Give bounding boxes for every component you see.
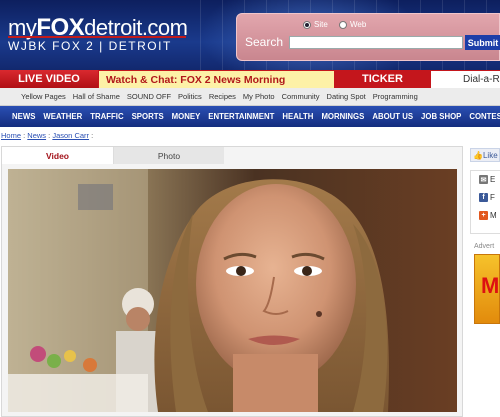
secondary-nav: Yellow Pages Hall of Shame SOUND OFF Pol… — [0, 88, 500, 106]
subnav-link[interactable]: Dating Spot — [327, 92, 366, 101]
search-label: Search — [245, 35, 284, 49]
breadcrumb-separator: : — [91, 131, 94, 140]
nav-item-traffic[interactable]: TRAFFIC — [90, 112, 123, 121]
share-box: ✉ E f F + M — [470, 170, 500, 234]
video-player[interactable] — [8, 169, 457, 412]
subnav-link[interactable]: Programming — [373, 92, 418, 101]
breadcrumb-separator: : — [48, 131, 51, 140]
search-input[interactable] — [289, 36, 463, 49]
nav-item-job-shop[interactable]: JOB SHOP — [421, 112, 461, 121]
breadcrumb-home[interactable]: Home — [1, 131, 21, 140]
breadcrumb: Home : News : Jason Carr : — [1, 131, 93, 140]
search-panel: Site Web Search Submit — [236, 13, 500, 61]
nav-item-health[interactable]: HEALTH — [282, 112, 313, 121]
thumbs-up-icon: 👍 — [473, 150, 483, 160]
media-panel: Video Photo — [1, 146, 463, 417]
video-frame — [8, 169, 457, 412]
radio-site[interactable]: Site — [303, 20, 328, 29]
site-logo[interactable]: myFOXdetroit.com WJBK FOX 2 | DETROIT — [8, 14, 188, 53]
nav-item-mornings[interactable]: MORNINGS — [321, 112, 364, 121]
subnav-link[interactable]: Community — [282, 92, 320, 101]
dial-a-link[interactable]: Dial-a-R — [431, 71, 500, 88]
logo-station-line: WJBK FOX 2 | DETROIT — [8, 39, 172, 53]
nav-item-entertainment[interactable]: ENTERTAINMENT — [208, 112, 274, 121]
main-nav: NEWS WEATHER TRAFFIC SPORTS MONEY ENTERT… — [0, 106, 500, 127]
search-submit-button[interactable]: Submit — [465, 35, 500, 50]
nav-item-about-us[interactable]: ABOUT US — [372, 112, 413, 121]
radio-web-dot[interactable] — [339, 20, 347, 29]
breadcrumb-news[interactable]: News — [27, 131, 46, 140]
nav-item-weather[interactable]: WEATHER — [43, 112, 82, 121]
share-more[interactable]: + M — [479, 211, 497, 220]
subnav-link[interactable]: Recipes — [209, 92, 236, 101]
subnav-link[interactable]: Yellow Pages — [21, 92, 66, 101]
subnav-link[interactable]: My Photo — [243, 92, 275, 101]
breadcrumb-separator: : — [23, 131, 26, 140]
facebook-icon: f — [479, 193, 488, 202]
facebook-like-button[interactable]: 👍 Like — [470, 148, 500, 162]
nav-item-news[interactable]: NEWS — [12, 112, 35, 121]
tab-photo[interactable]: Photo — [114, 147, 224, 164]
share-facebook[interactable]: f F — [479, 193, 495, 202]
ticker-button[interactable]: TICKER — [335, 70, 430, 88]
tab-video[interactable]: Video — [2, 147, 114, 164]
nav-item-money[interactable]: MONEY — [172, 112, 201, 121]
ad-text: M — [481, 273, 500, 298]
share-email[interactable]: ✉ E — [479, 175, 495, 184]
site-header: myFOXdetroit.com WJBK FOX 2 | DETROIT Si… — [0, 0, 500, 70]
subnav-link[interactable]: Hall of Shame — [73, 92, 120, 101]
radio-web[interactable]: Web — [339, 20, 366, 29]
subnav-link[interactable]: Politics — [178, 92, 202, 101]
radio-site-dot[interactable] — [303, 20, 311, 29]
live-video-button[interactable]: LIVE VIDEO — [0, 70, 98, 88]
breadcrumb-jason-carr[interactable]: Jason Carr — [52, 131, 89, 140]
nav-item-sports[interactable]: SPORTS — [132, 112, 164, 121]
watch-chat-link[interactable]: Watch & Chat: FOX 2 News Morning — [99, 71, 334, 88]
logo-rule — [8, 36, 186, 38]
advertisement-banner[interactable]: M — [474, 254, 500, 324]
nav-item-contests[interactable]: CONTESTS — [469, 112, 500, 121]
subnav-link[interactable]: SOUND OFF — [127, 92, 171, 101]
email-icon: ✉ — [479, 175, 488, 184]
advertisement-label: Advert — [474, 243, 495, 250]
more-share-icon: + — [479, 211, 488, 220]
